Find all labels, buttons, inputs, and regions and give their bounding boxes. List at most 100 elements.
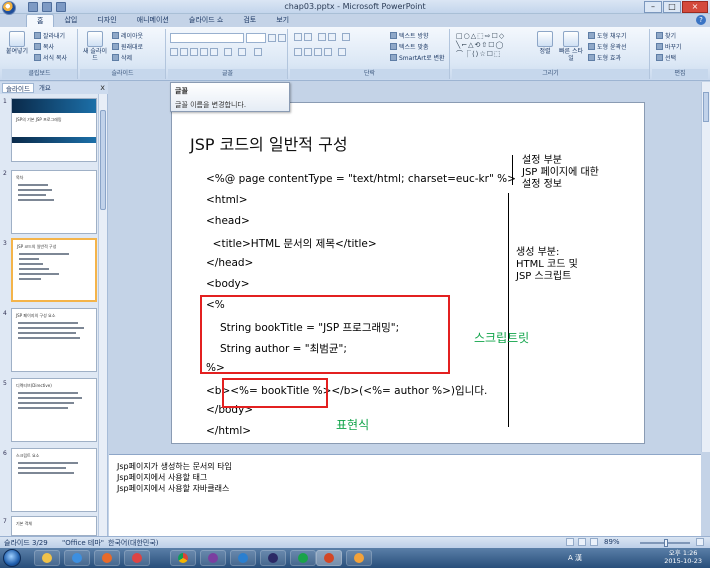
tab-slides[interactable]: 슬라이드 <box>2 83 34 93</box>
help-icon[interactable]: ? <box>696 15 706 25</box>
ribbon: 붙여넣기 잘라내기 복사 서식 복사 클립보드 새 슬라이드 레이아웃 원래대로… <box>0 27 710 81</box>
tab-insert[interactable]: 삽입 <box>54 14 87 27</box>
tab-slideshow[interactable]: 슬라이드 쇼 <box>179 14 233 27</box>
scroll-thumb[interactable] <box>703 92 709 122</box>
taskbar-app-onenote[interactable] <box>200 550 226 566</box>
notes-pane[interactable]: Jsp페이지가 생성하는 문서의 타입 Jsp페이지에서 사용할 태그 Jsp페… <box>109 454 701 536</box>
slide-canvas[interactable]: JSP 코드의 일반적 구성 <%@ page contentType = "t… <box>171 102 645 444</box>
taskbar-app-ie[interactable] <box>64 550 90 566</box>
slide-thumb-7[interactable]: 기본 객체 <box>11 516 97 536</box>
status-bar: 슬라이드 3/29 "Office 테마" 한국어(대한민국) 89% <box>0 536 710 548</box>
spacing-icon[interactable] <box>224 48 232 56</box>
panel-close-icon[interactable]: x <box>100 83 105 92</box>
slide-sorter-icon[interactable] <box>578 538 586 546</box>
line-spacing-icon[interactable] <box>342 33 350 41</box>
quick-styles-button[interactable]: 빠른 스타일 <box>558 31 584 62</box>
maximize-button[interactable]: □ <box>663 1 681 13</box>
tab-outline[interactable]: 개요 <box>36 83 54 93</box>
tab-home[interactable]: 홈 <box>26 14 55 27</box>
ime-indicator[interactable]: A 漢 <box>568 553 582 563</box>
taskbar-app-powerpoint[interactable] <box>316 550 342 566</box>
align-left-icon[interactable] <box>294 48 302 56</box>
align-center-icon[interactable] <box>304 48 312 56</box>
tab-view[interactable]: 보기 <box>266 14 299 27</box>
replace-button[interactable]: 바꾸기 <box>656 43 682 52</box>
find-button[interactable]: 찾기 <box>656 32 676 41</box>
cut-button[interactable]: 잘라내기 <box>34 32 65 41</box>
system-clock[interactable]: 오후 1:26 2015-10-23 <box>664 549 702 565</box>
increase-indent-icon[interactable] <box>328 33 336 41</box>
start-button[interactable] <box>3 549 21 567</box>
shadow-icon[interactable] <box>210 48 218 56</box>
taskbar-app-media[interactable] <box>94 550 120 566</box>
justify-icon[interactable] <box>324 48 332 56</box>
columns-icon[interactable] <box>338 48 346 56</box>
tab-review[interactable]: 검토 <box>233 14 266 27</box>
font-size-combo[interactable] <box>246 33 266 43</box>
text-direction-button[interactable]: 텍스트 방향 <box>390 32 429 41</box>
format-painter-button[interactable]: 서식 복사 <box>34 54 67 63</box>
settings-annotation-line: 설정 부분 <box>522 155 562 166</box>
strikethrough-icon[interactable] <box>200 48 208 56</box>
align-right-icon[interactable] <box>314 48 322 56</box>
taskbar-app-eclipse[interactable] <box>260 550 286 566</box>
fit-window-icon[interactable] <box>696 538 704 546</box>
shapes-gallery[interactable]: □○△⬚⇨☐◇ ╲⌐△⟲⇧☐◯ ⌒⎾⟨⟩☆☐⬚ <box>456 32 528 59</box>
font-color-icon[interactable] <box>254 48 262 56</box>
slide-title[interactable]: JSP 코드의 일반적 구성 <box>190 131 348 155</box>
grow-font-icon[interactable] <box>268 34 276 42</box>
zoom-level[interactable]: 89% <box>604 538 620 546</box>
taskbar-app-globe[interactable] <box>230 550 256 566</box>
slide-thumb-4[interactable]: JSP 페이지의 구성 요소 <box>11 308 97 372</box>
paste-button[interactable]: 붙여넣기 <box>4 31 30 55</box>
taskbar-app-explorer[interactable] <box>34 550 60 566</box>
delete-slide-button[interactable]: 삭제 <box>112 54 132 63</box>
taskbar-app-store[interactable] <box>124 550 150 566</box>
code-line-title: <title>HTML 문서의 제목</title> <box>206 238 377 250</box>
taskbar-app-media-player[interactable] <box>290 550 316 566</box>
slides-group-label: 슬라이드 <box>80 69 165 79</box>
shape-outline-button[interactable]: 도형 윤곽선 <box>588 43 627 52</box>
italic-icon[interactable] <box>180 48 188 56</box>
slideshow-view-icon[interactable] <box>590 538 598 546</box>
numbering-icon[interactable] <box>304 33 312 41</box>
smartart-button[interactable]: SmartArt로 변환 <box>390 54 445 63</box>
shape-effects-button[interactable]: 도형 효과 <box>588 54 621 63</box>
select-button[interactable]: 선택 <box>656 54 676 63</box>
thumbnail-scrollbar[interactable] <box>98 94 107 536</box>
slide-thumb-5[interactable]: 디렉티브(Directive) <box>11 378 97 442</box>
taskbar-app-chrome[interactable] <box>170 550 196 566</box>
bullets-icon[interactable] <box>294 33 302 41</box>
reset-button[interactable]: 원래대로 <box>112 43 143 52</box>
shape-fill-button[interactable]: 도형 채우기 <box>588 32 627 41</box>
shrink-font-icon[interactable] <box>278 34 286 42</box>
settings-bracket-line <box>512 155 513 185</box>
close-button[interactable]: × <box>682 1 708 13</box>
copy-button[interactable]: 복사 <box>34 43 54 52</box>
layout-button[interactable]: 레이아웃 <box>112 32 143 41</box>
font-name-combo[interactable] <box>170 33 244 43</box>
change-case-icon[interactable] <box>238 48 246 56</box>
scroll-thumb[interactable] <box>100 110 106 210</box>
tab-animation[interactable]: 애니메이션 <box>127 14 179 27</box>
bold-icon[interactable] <box>170 48 178 56</box>
zoom-slider-knob[interactable] <box>664 539 668 547</box>
slide-thumb-2[interactable]: 목차 <box>11 170 97 234</box>
normal-view-icon[interactable] <box>566 538 574 546</box>
new-slide-button[interactable]: 새 슬라이드 <box>82 31 108 62</box>
minimize-button[interactable]: – <box>644 1 662 13</box>
arrange-button[interactable]: 정렬 <box>532 31 558 55</box>
underline-icon[interactable] <box>190 48 198 56</box>
align-text-button[interactable]: 텍스트 맞춤 <box>390 43 429 52</box>
tab-design[interactable]: 디자인 <box>87 14 126 27</box>
thumb-text-line <box>18 332 76 334</box>
slide-thumb-6[interactable]: 스크립트 요소 <box>11 448 97 512</box>
slide-thumb-3-selected[interactable]: JSP 코드의 일반적 구성 <box>11 238 97 302</box>
slide-vertical-scrollbar[interactable] <box>701 82 710 452</box>
language-indicator[interactable]: 한국어(대한민국) <box>108 538 159 548</box>
settings-annotation-line: 설정 정보 <box>522 179 562 190</box>
slide-thumb-1[interactable]: JSP의 기본 JSP 프로그래밍 <box>11 98 97 162</box>
drawing-group: □○△⬚⇨☐◇ ╲⌐△⟲⇧☐◯ ⌒⎾⟨⟩☆☐⬚ 정렬 빠른 스타일 도형 채우기 도… <box>452 29 650 79</box>
decrease-indent-icon[interactable] <box>318 33 326 41</box>
taskbar-app-paint[interactable] <box>346 550 372 566</box>
